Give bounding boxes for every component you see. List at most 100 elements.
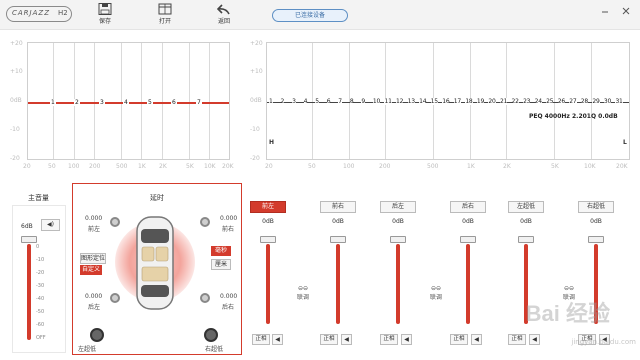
- minimize-icon[interactable]: [600, 6, 610, 16]
- peq-band-marker[interactable]: 4: [303, 98, 307, 105]
- peq-band-marker[interactable]: 22: [511, 98, 519, 105]
- high-pass-marker[interactable]: H: [269, 139, 274, 146]
- peq-band-marker[interactable]: 3: [292, 98, 296, 105]
- unit-ms-button[interactable]: 毫秒: [211, 246, 231, 256]
- peq-band-marker[interactable]: 6: [326, 98, 331, 105]
- channel-front-left-fader-track[interactable]: [266, 244, 270, 324]
- x-tick: 50: [308, 163, 316, 170]
- link-front-toggle[interactable]: ⊖⊖ 联调: [292, 285, 314, 301]
- channel-front-right-phase-button[interactable]: 正相: [320, 334, 338, 345]
- peq-band-marker[interactable]: 1: [269, 98, 273, 105]
- front-left-speaker-icon[interactable]: [110, 217, 120, 227]
- channel-front-right-fader-thumb[interactable]: [330, 236, 346, 243]
- x-tick: 1K: [138, 163, 146, 170]
- back-button[interactable]: 返回: [209, 2, 239, 30]
- graphic-position-button[interactable]: 图形定位: [80, 253, 106, 264]
- sub-right-speaker-icon[interactable]: [204, 328, 218, 342]
- eq-band-marker[interactable]: 5: [147, 99, 153, 106]
- channel-front-right-button[interactable]: 前右: [320, 201, 356, 213]
- peq-band-marker[interactable]: 8: [349, 98, 354, 105]
- channel-sub-left-fader-thumb[interactable]: [518, 236, 534, 243]
- channel-rear-right-fader-track[interactable]: [466, 244, 470, 324]
- peq-band-marker[interactable]: 31: [615, 98, 623, 105]
- channel-rear-left-button[interactable]: 后左: [380, 201, 416, 213]
- channel-front-left-phase-button[interactable]: 正相: [252, 334, 270, 345]
- peq-band-marker[interactable]: 17: [453, 98, 461, 105]
- peq-band-marker[interactable]: 25: [546, 98, 554, 105]
- channel-front-left-fader-thumb[interactable]: [260, 236, 276, 243]
- peq-band-marker[interactable]: 13: [407, 98, 415, 105]
- eq-band-marker[interactable]: 6: [171, 99, 177, 106]
- channel-front-right-fader-track[interactable]: [336, 244, 340, 324]
- master-volume-thumb[interactable]: [21, 236, 37, 243]
- peq-readout: PEQ 4000Hz 2.201Q 0.0dB: [529, 113, 618, 120]
- custom-button[interactable]: 自定义: [80, 265, 102, 275]
- front-right-speaker-icon[interactable]: [200, 217, 210, 227]
- channel-sub-left-phase-button[interactable]: 正相: [508, 334, 526, 345]
- channel-rear-right-phase-button[interactable]: 正相: [450, 334, 468, 345]
- peq-band-marker[interactable]: 24: [534, 98, 542, 105]
- channel-rear-left-fader-thumb[interactable]: [390, 236, 406, 243]
- peq-band-marker[interactable]: 26: [557, 98, 565, 105]
- x-tick: 1K: [467, 163, 475, 170]
- peq-band-marker[interactable]: 2: [280, 98, 284, 105]
- peq-band-marker[interactable]: 16: [442, 98, 450, 105]
- peq-band-marker[interactable]: 29: [592, 98, 600, 105]
- channel-sub-right-fader-thumb[interactable]: [588, 236, 604, 243]
- peq-band-marker[interactable]: 7: [338, 98, 342, 105]
- peq-band-marker[interactable]: 20: [488, 98, 496, 105]
- watermark-url: jingyan.baidu.com: [571, 338, 636, 346]
- channel-rear-left-fader-track[interactable]: [396, 244, 400, 324]
- peq-band-marker[interactable]: 18: [465, 98, 473, 105]
- x-tick: 20: [265, 163, 273, 170]
- y-tick: 0dB: [10, 97, 22, 104]
- channel-front-left-mute-icon[interactable]: ◀: [272, 334, 283, 345]
- save-button[interactable]: 保存: [90, 2, 120, 30]
- eq-band-marker[interactable]: 3: [99, 99, 105, 106]
- open-button[interactable]: 打开: [150, 2, 180, 30]
- channel-rear-left-mute-icon[interactable]: ◀: [401, 334, 412, 345]
- peq-band-marker[interactable]: 19: [476, 98, 484, 105]
- eq-band-marker[interactable]: 2: [74, 99, 80, 106]
- channel-rear-right-mute-icon[interactable]: ◀: [471, 334, 482, 345]
- sub-left-speaker-icon[interactable]: [90, 328, 104, 342]
- link-rear-toggle[interactable]: ⊖⊖ 联调: [425, 285, 447, 301]
- left-eq-graph[interactable]: 1 2 3 4 5 6 7: [27, 42, 230, 160]
- link-chain-icon: ⊖⊖: [430, 285, 442, 292]
- peq-band-marker[interactable]: 11: [384, 98, 392, 105]
- y-tick: 0dB: [250, 97, 262, 104]
- eq-band-marker[interactable]: 4: [123, 99, 129, 106]
- peq-band-marker[interactable]: 5: [315, 98, 319, 105]
- channel-sub-left-mute-icon[interactable]: ◀: [529, 334, 540, 345]
- peq-band-marker[interactable]: 27: [569, 98, 577, 105]
- channel-rear-left-phase-button[interactable]: 正相: [380, 334, 398, 345]
- peq-band-marker[interactable]: 21: [499, 98, 507, 105]
- y-tick: +20: [250, 40, 263, 47]
- unit-cm-button[interactable]: 厘米: [211, 259, 231, 270]
- right-peq-graph[interactable]: 1 2 3 4 5 6 7 8 9 10 11 12 13 14 15 16 17 18 19 20 21 22 23 24 2…: [266, 42, 630, 160]
- peq-band-marker[interactable]: 23: [523, 98, 531, 105]
- peq-band-marker[interactable]: 12: [396, 98, 403, 105]
- channel-rear-right-fader-thumb[interactable]: [460, 236, 476, 243]
- peq-band-marker[interactable]: 30: [603, 98, 611, 105]
- low-pass-marker[interactable]: L: [623, 139, 627, 146]
- master-volume-track[interactable]: [27, 244, 31, 340]
- channel-front-right-mute-icon[interactable]: ◀: [341, 334, 352, 345]
- eq-band-marker[interactable]: 7: [196, 99, 202, 106]
- peq-band-marker[interactable]: 28: [580, 98, 588, 105]
- peq-band-markers[interactable]: 1 2 3 4 5 6 7 8 9 10 11 12 13 14 15 16 17 18 19 20 21 22 23 24 2…: [269, 98, 629, 107]
- peq-band-marker[interactable]: 10: [372, 98, 380, 105]
- peq-band-marker[interactable]: 9: [361, 98, 365, 105]
- channel-sub-right-button[interactable]: 右超低: [578, 201, 614, 213]
- eq-band-marker[interactable]: 1: [50, 99, 56, 106]
- open-label: 打开: [158, 18, 171, 25]
- channel-rear-right-button[interactable]: 后右: [450, 201, 486, 213]
- rear-left-speaker-icon[interactable]: [110, 293, 120, 303]
- close-icon[interactable]: [621, 6, 631, 16]
- channel-front-left-button[interactable]: 前左: [250, 201, 286, 213]
- rear-right-speaker-icon[interactable]: [200, 293, 210, 303]
- brand-model: H2: [58, 9, 68, 17]
- peq-band-marker[interactable]: 15: [430, 98, 438, 105]
- channel-sub-left-button[interactable]: 左超低: [508, 201, 544, 213]
- peq-band-marker[interactable]: 14: [419, 98, 427, 105]
